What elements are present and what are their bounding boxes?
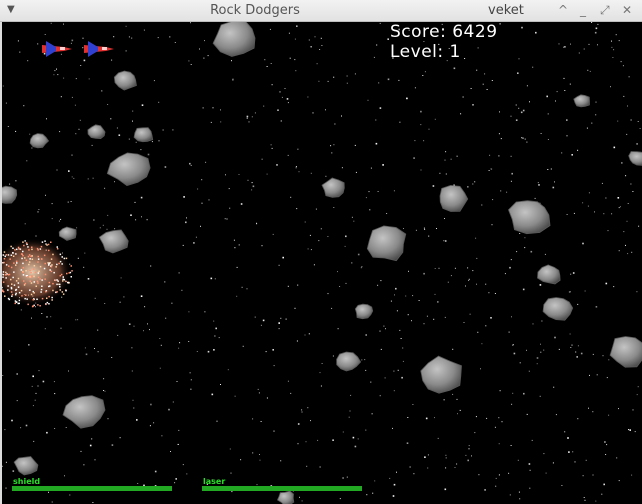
starfield	[2, 22, 641, 503]
window-host-label: veket	[488, 3, 524, 18]
asteroid	[13, 456, 39, 476]
level-display: Level: 1	[390, 42, 461, 62]
laser-bar-fill	[202, 486, 362, 491]
close-icon[interactable]: ✕	[622, 3, 632, 17]
space-field	[2, 22, 642, 504]
maximize-icon[interactable]: ⤢	[600, 3, 610, 18]
asteroid	[29, 133, 50, 149]
asteroid	[321, 177, 345, 198]
life-ship-icon	[42, 41, 72, 57]
asteroid	[113, 70, 137, 91]
asteroid	[106, 152, 151, 187]
shield-bar-fill	[12, 486, 172, 491]
asteroid	[628, 151, 642, 166]
asteroid	[62, 395, 106, 429]
asteroid	[609, 336, 642, 368]
asteroid	[276, 490, 295, 504]
minimize-icon[interactable]: _	[580, 3, 586, 17]
asteroid	[133, 127, 154, 143]
asteroid	[87, 124, 106, 140]
window-title: Rock Dodgers	[210, 3, 300, 18]
asteroid	[2, 185, 18, 204]
game-canvas[interactable]: Score: 6429 Level: 1 shield laser	[2, 22, 642, 504]
shield-label: shield	[13, 477, 41, 486]
asteroid	[212, 22, 256, 57]
asteroid	[58, 226, 77, 241]
life-ship-icon	[84, 41, 114, 57]
shield-bar	[12, 486, 172, 491]
asteroid	[354, 303, 374, 320]
asteroid	[439, 184, 469, 212]
asteroid-field	[2, 22, 642, 504]
shade-icon[interactable]: ^	[558, 3, 568, 17]
asteroid	[537, 264, 561, 285]
score-display: Score: 6429	[390, 22, 498, 42]
asteroid	[98, 229, 129, 254]
laser-label: laser	[203, 477, 226, 486]
asteroid	[542, 297, 574, 321]
asteroid	[573, 94, 590, 108]
lives-indicator	[42, 41, 114, 57]
laser-bar	[202, 486, 362, 491]
asteroid	[508, 200, 551, 235]
window-titlebar: ▼ Rock Dodgers veket ^ _ ⤢ ✕	[0, 0, 642, 22]
asteroid	[336, 351, 362, 372]
asteroid	[366, 225, 407, 262]
asteroid	[420, 355, 462, 394]
